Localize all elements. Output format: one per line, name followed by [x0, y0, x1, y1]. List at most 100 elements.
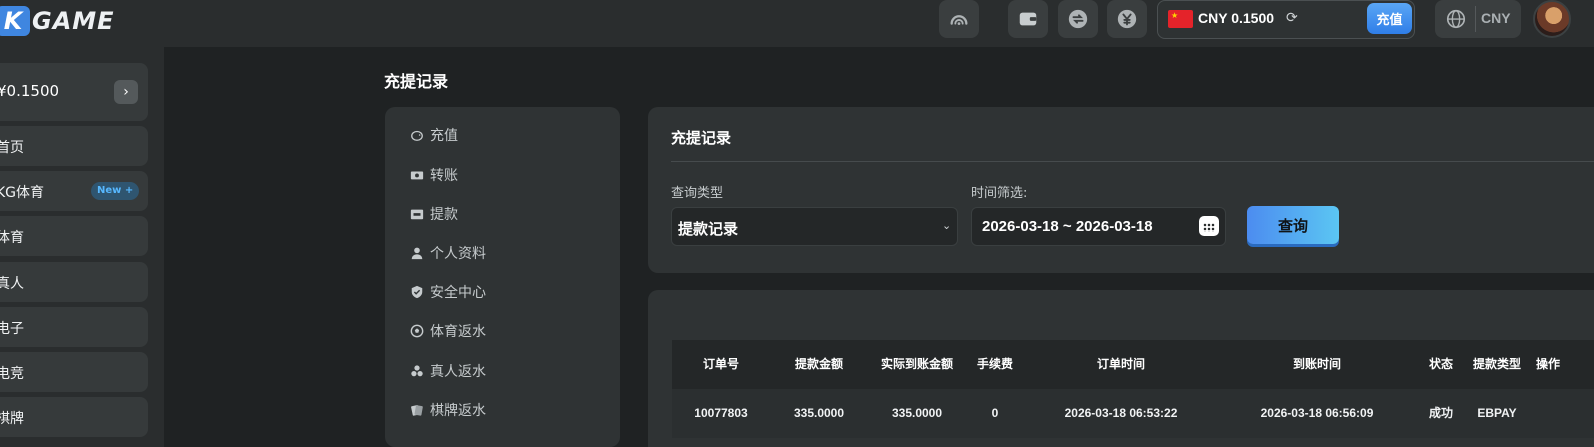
- speed-button[interactable]: [939, 0, 979, 38]
- logo-text: GAME: [32, 7, 115, 35]
- logo-badge: K: [0, 6, 30, 36]
- menu-item-security[interactable]: 安全中心: [410, 281, 486, 303]
- date-range-value: 2026-03-18 ~ 2026-03-18: [982, 218, 1153, 235]
- chips-icon: [411, 365, 423, 377]
- column-header: 实际到账金额: [880, 357, 953, 371]
- cards-icon: [411, 405, 423, 416]
- filter-title: 充提记录: [671, 129, 732, 147]
- menu-item-label: 个人资料: [430, 246, 486, 262]
- globe-icon: [1446, 9, 1466, 29]
- calendar-icon[interactable]: [1199, 216, 1219, 236]
- menu-item-withdraw[interactable]: 提款: [410, 203, 458, 225]
- wallet-icon: [1019, 12, 1037, 26]
- menu-item-deposit[interactable]: 充值: [410, 124, 458, 146]
- sidebar-item-label: 真人: [0, 276, 24, 292]
- logo[interactable]: K GAME: [0, 6, 115, 36]
- date-range-input[interactable]: 2026-03-18 ~ 2026-03-18: [971, 207, 1226, 246]
- sidebar-balance: ¥0.1500: [0, 82, 60, 100]
- type-select[interactable]: 提款记录 ⌄: [671, 207, 958, 246]
- atm-icon: [410, 209, 424, 220]
- wallet-amount: CNY 0.1500: [1198, 10, 1275, 26]
- menu-item-sports-rebate[interactable]: 体育返水: [410, 320, 486, 342]
- menu-item-profile[interactable]: 个人资料: [410, 242, 486, 264]
- menu-item-transfer[interactable]: 转账: [410, 164, 458, 186]
- records-table-panel: 订单号 提款金额 实际到账金额 手续费 订单时间 到账时间 状态 提款类型 操作…: [648, 290, 1594, 447]
- time-label: 时间筛选:: [971, 186, 1028, 201]
- new-badge: New +: [91, 182, 140, 200]
- cell-order-time: 2026-03-18 06:53:22: [1064, 406, 1178, 420]
- language-selector[interactable]: CNY: [1435, 0, 1521, 38]
- speed-icon: [950, 15, 968, 25]
- cell-arrival-time: 2026-03-18 06:56:09: [1260, 406, 1374, 420]
- china-flag-icon: ★: [1168, 10, 1193, 28]
- shield-icon: [411, 285, 423, 299]
- sidebar-item-label: KG体育: [0, 185, 45, 201]
- page-title: 充提记录: [384, 72, 449, 91]
- sidebar-item-esports[interactable]: 电竞: [0, 352, 148, 392]
- sidebar-item-slots[interactable]: 电子: [0, 307, 148, 347]
- sidebar-item-kg-sports[interactable]: KG体育 New +: [0, 171, 148, 211]
- type-label: 查询类型: [671, 186, 724, 201]
- column-header: 手续费: [976, 357, 1013, 371]
- sidebar-item-cards[interactable]: 棋牌: [0, 397, 148, 437]
- menu-item-label: 提款: [430, 207, 458, 223]
- sidebar-item-sports[interactable]: 体育: [0, 216, 148, 256]
- menu-item-live-rebate[interactable]: 真人返水: [410, 360, 486, 382]
- column-header: 状态: [1428, 357, 1453, 371]
- sidebar-item-label: 棋牌: [0, 411, 24, 427]
- top-header: K GAME ★ CNY 0.1500 ⟳ 充值 CNY: [0, 0, 1594, 47]
- menu-item-label: 真人返水: [430, 364, 486, 380]
- language-label: CNY: [1481, 10, 1511, 26]
- wallet-balance-box: ★ CNY 0.1500 ⟳ 充值: [1157, 0, 1415, 39]
- divider: [671, 161, 1594, 162]
- cell-received: 335.0000: [891, 406, 943, 420]
- user-icon: [411, 247, 423, 260]
- sidebar-item-home[interactable]: 首页: [0, 126, 148, 166]
- soccer-icon: [410, 324, 424, 338]
- cell-amount: 335.0000: [793, 406, 845, 420]
- type-select-value: 提款记录: [678, 220, 739, 238]
- cell-order-id: 10077803: [694, 406, 748, 420]
- column-header: 订单时间: [1096, 357, 1145, 371]
- cell-status: 成功: [1428, 406, 1453, 420]
- left-sidebar: ¥0.1500 › 首页 KG体育 New + 体育 真人 电子 电竞 棋牌: [0, 47, 164, 447]
- sidebar-item-label: 电子: [0, 321, 24, 337]
- table-row: 10077803 335.0000 335.0000 0 2026-03-18 …: [672, 389, 1594, 438]
- wallet-button[interactable]: [1008, 0, 1048, 38]
- avatar[interactable]: [1533, 0, 1571, 38]
- table-header: 订单号 提款金额 实际到账金额 手续费 订单时间 到账时间 状态 提款类型 操作: [672, 340, 1594, 389]
- menu-item-label: 体育返水: [430, 324, 486, 340]
- divider: [1475, 6, 1476, 32]
- column-header: 操作: [1535, 357, 1560, 371]
- sidebar-item-label: 体育: [0, 230, 24, 246]
- menu-item-label: 充值: [430, 128, 458, 144]
- menu-item-label: 棋牌返水: [430, 403, 486, 419]
- account-menu: 充值 转账 提款 个人资料 安全中心 体育返水 真人返水 棋牌返水: [385, 107, 620, 447]
- menu-item-label: 安全中心: [430, 285, 486, 301]
- column-header: 到账时间: [1292, 357, 1341, 371]
- piggy-icon: [411, 130, 423, 141]
- cell-fee: 0: [991, 406, 999, 420]
- menu-item-cards-rebate[interactable]: 棋牌返水: [410, 399, 486, 421]
- yuan-icon: [1117, 9, 1137, 29]
- cell-withdraw-type: EBPAY: [1477, 406, 1517, 420]
- sidebar-item-label: 首页: [0, 140, 24, 156]
- column-header: 提款类型: [1472, 357, 1521, 371]
- column-header: 提款金额: [794, 357, 843, 371]
- yuan-button[interactable]: [1107, 0, 1147, 38]
- menu-item-label: 转账: [430, 168, 458, 184]
- filter-panel: 充提记录 查询类型 时间筛选: 提款记录 ⌄ 2026-03-18 ~ 2026…: [648, 107, 1594, 273]
- sidebar-item-live[interactable]: 真人: [0, 262, 148, 302]
- cell-action[interactable]: [1528, 389, 1568, 438]
- transfer-icon: [1068, 9, 1088, 29]
- transfer-button[interactable]: [1058, 0, 1098, 38]
- sidebar-item-label: 电竞: [0, 366, 24, 382]
- sidebar-balance-card: ¥0.1500 ›: [0, 63, 148, 121]
- chevron-down-icon: ⌄: [942, 219, 952, 232]
- query-button[interactable]: 查询: [1247, 206, 1339, 244]
- recharge-button[interactable]: 充值: [1367, 3, 1412, 34]
- column-header: 订单号: [702, 357, 739, 371]
- chevron-right-icon[interactable]: ›: [114, 80, 138, 104]
- refresh-icon[interactable]: ⟳: [1286, 10, 1298, 26]
- money-icon: [410, 171, 424, 180]
